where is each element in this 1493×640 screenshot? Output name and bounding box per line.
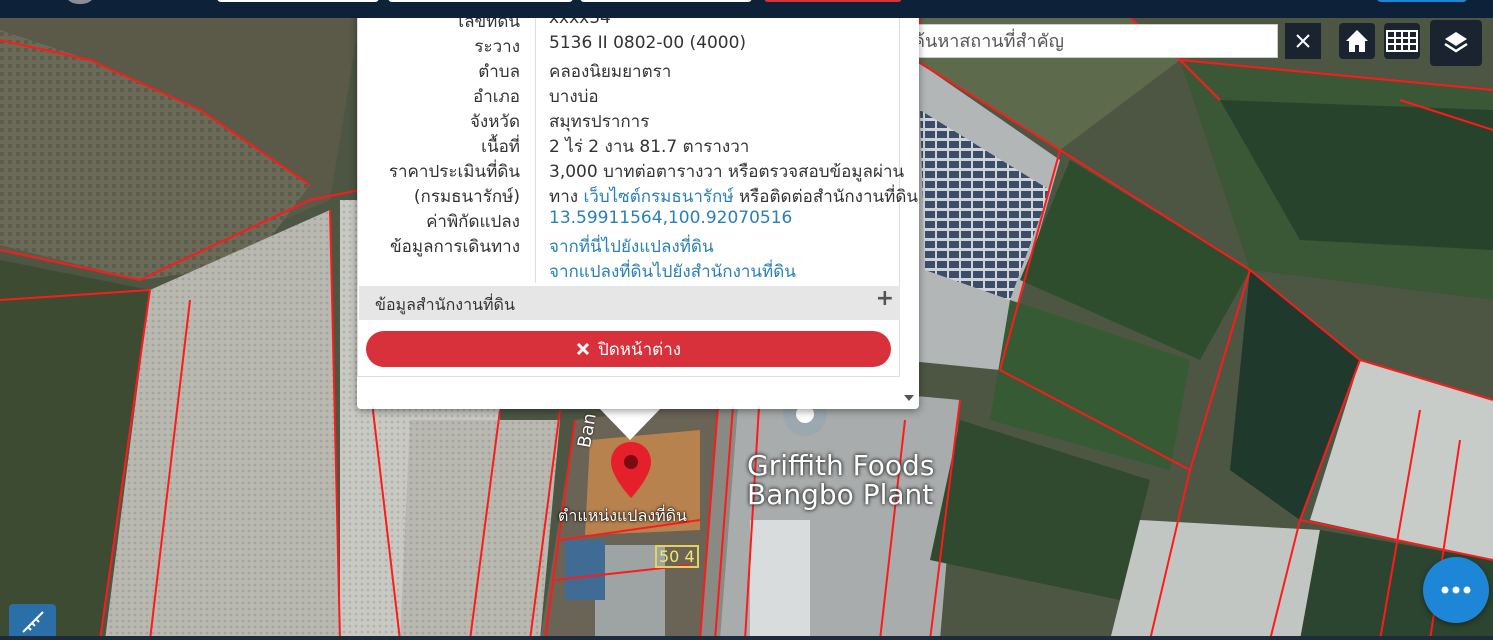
measure-tool-icon	[21, 611, 44, 633]
top-toggle[interactable]	[1377, 0, 1467, 2]
scroll-down-arrow-icon[interactable]	[903, 394, 915, 402]
measure-tool-button[interactable]	[9, 604, 56, 640]
label-travel: ข้อมูลการเดินทาง	[390, 237, 520, 257]
value-area: 2 ไร่ 2 งาน 81.7 ตารางวา	[549, 137, 750, 157]
route-to-office-link[interactable]: จากแปลงที่ดินไปยังสำนักงานที่ดิน	[549, 258, 796, 285]
label-sheet: ระวาง	[474, 37, 520, 57]
label-price-source: (กรมธนารักษ์)	[413, 187, 520, 207]
label-province: จังหวัด	[469, 112, 520, 132]
logo	[64, 0, 96, 4]
label-area: เนื้อที่	[481, 137, 520, 157]
landmark-search-input[interactable]	[906, 24, 1278, 58]
plot-number-label: 50 4	[655, 545, 699, 568]
column-divider	[535, 0, 536, 283]
close-window-label: ปิดหน้าต่าง	[597, 339, 682, 360]
price-prefix: ทาง	[549, 187, 579, 207]
marker-label: ตำแหน่งแปลงที่ดิน	[558, 506, 687, 525]
treasury-website-link[interactable]: เว็บไซต์กรมธนารักษ์	[583, 187, 733, 207]
grid-icon	[1386, 30, 1418, 52]
layers-icon	[1444, 32, 1468, 53]
value-district: บางบ่อ	[549, 87, 599, 107]
clear-search-button[interactable]	[1285, 23, 1321, 59]
bottom-edge	[0, 636, 1493, 640]
coords-link[interactable]: 13.59911564,100.92070516	[549, 208, 792, 228]
label-price: ราคาประเมินที่ดิน	[388, 162, 520, 182]
popup-scrollbar[interactable]	[900, 0, 918, 407]
poi-label-line2: Bangbo Plant	[747, 478, 934, 511]
label-district: อำเภอ	[473, 87, 520, 107]
more-options-button[interactable]	[1423, 557, 1489, 623]
top-navbar	[0, 0, 1493, 18]
top-field-1[interactable]	[217, 0, 379, 2]
value-price-line2: ทาง เว็บไซต์กรมธนารักษ์ หรือติดต่อสำนักง…	[549, 183, 918, 210]
value-price-line1: 3,000 บาทต่อตารางวา หรือตรวจสอบข้อมูลผ่า…	[549, 162, 905, 182]
grid-button[interactable]	[1384, 23, 1420, 59]
land-office-section-toggle[interactable]: ข้อมูลสำนักงานที่ดิน +	[359, 286, 900, 320]
map-pin-icon[interactable]	[608, 440, 654, 502]
label-coords: ค่าพิกัดแปลง	[426, 212, 520, 232]
value-subdistrict: คลองนิยมยาตรา	[549, 62, 672, 82]
close-icon	[576, 342, 590, 356]
route-to-parcel-link[interactable]: จากที่นี่ไปยังแปลงที่ดิน	[549, 233, 714, 260]
top-field-2[interactable]	[388, 0, 573, 2]
home-button[interactable]	[1339, 23, 1375, 59]
home-icon	[1346, 30, 1368, 52]
value-province: สมุทรปราการ	[549, 112, 650, 132]
expand-plus-icon: +	[875, 286, 894, 311]
close-icon	[1296, 34, 1310, 48]
value-sheet: 5136 II 0802-00 (4000)	[549, 33, 747, 53]
layers-button[interactable]	[1430, 20, 1482, 66]
land-office-section-label: ข้อมูลสำนักงานที่ดิน	[375, 295, 515, 314]
top-search-button[interactable]	[764, 0, 902, 2]
close-window-button[interactable]: ปิดหน้าต่าง	[366, 331, 891, 367]
popup-pointer	[598, 407, 662, 440]
more-icon	[1441, 586, 1471, 594]
parcel-info-popup: เลขที่ดิน xxxx34 ระวาง 5136 II 0802-00 (…	[357, 0, 919, 409]
price-suffix: หรือติดต่อสำนักงานที่ดิน	[738, 187, 919, 207]
top-field-3[interactable]	[580, 0, 752, 2]
label-subdistrict: ตำบล	[478, 62, 520, 82]
